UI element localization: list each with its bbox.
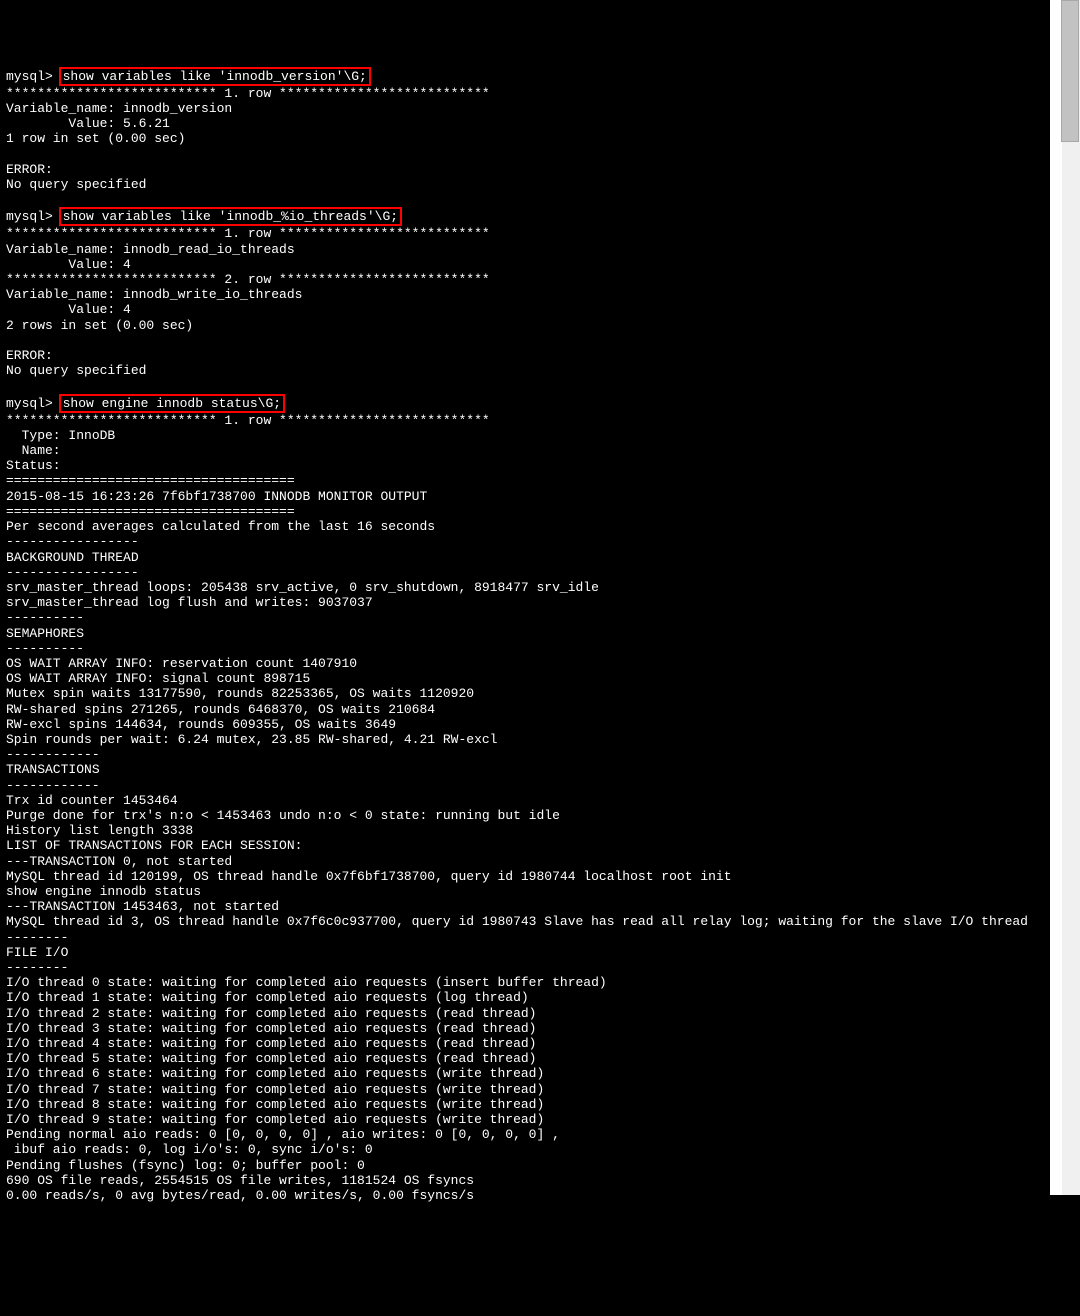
mysql-prompt: mysql> [6,69,61,84]
output-block-1: *************************** 1. row *****… [6,86,490,192]
highlighted-command-1: show variables like 'innodb_version'\G; [59,67,371,86]
highlighted-command-3: show engine innodb status\G; [59,394,285,413]
page-margin [1050,0,1062,1195]
terminal-output[interactable]: mysql> show variables like 'innodb_versi… [0,61,1052,1209]
output-block-2: *************************** 1. row *****… [6,226,490,378]
mysql-prompt: mysql> [6,396,61,411]
scrollbar-thumb[interactable] [1061,0,1079,142]
mysql-prompt: mysql> [6,209,61,224]
highlighted-command-2: show variables like 'innodb_%io_threads'… [59,207,402,226]
output-block-3: *************************** 1. row *****… [6,413,1028,1203]
scrollbar-track[interactable] [1062,0,1080,1195]
